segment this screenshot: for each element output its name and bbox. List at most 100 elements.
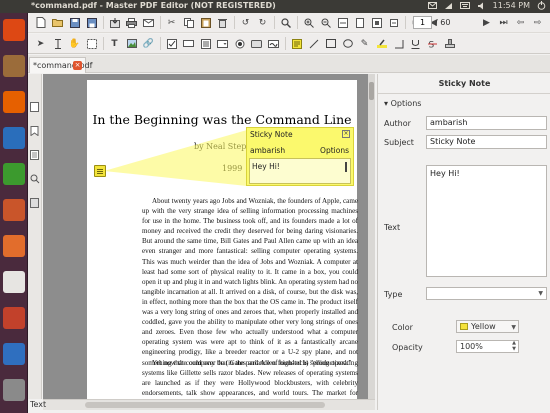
ellipse-tool-icon[interactable] <box>341 37 354 50</box>
add-text-icon[interactable]: T <box>108 37 121 50</box>
hand-tool-icon[interactable]: ✋ <box>68 37 81 50</box>
document-viewport[interactable]: In the Beginning was the Command Line by… <box>43 74 375 400</box>
signature-field-icon[interactable] <box>267 37 280 50</box>
bookmarks-panel-icon[interactable] <box>30 126 40 137</box>
author-field[interactable]: ambarish <box>426 116 547 130</box>
rectangle-tool-icon[interactable] <box>324 37 337 50</box>
trash-icon[interactable] <box>3 379 25 401</box>
delete-icon[interactable] <box>216 16 229 29</box>
system-settings-icon[interactable] <box>3 307 25 329</box>
mail-icon[interactable] <box>427 2 437 9</box>
type-select[interactable]: ▼ <box>426 287 547 300</box>
options-section-toggle[interactable]: ▾ Options <box>384 99 421 108</box>
paste-icon[interactable] <box>199 16 212 29</box>
underline-tool-icon[interactable] <box>409 37 422 50</box>
button-field-icon[interactable] <box>250 37 263 50</box>
close-icon[interactable]: × <box>342 130 350 138</box>
edit-object-icon[interactable] <box>85 37 98 50</box>
text-select-icon[interactable] <box>51 37 64 50</box>
subject-field[interactable]: Sticky Note <box>426 135 547 149</box>
pages-panel-icon[interactable] <box>30 102 40 112</box>
text-field-icon[interactable] <box>182 37 195 50</box>
text-label: Text <box>384 223 401 232</box>
app-window: ✂ ↺ ↻ ⏮ ◀ ▶ ⏭ ⇦ ⇨ 1 / 60 ➤ ✋ T 🔗 <box>28 13 550 413</box>
layers-panel-icon[interactable] <box>30 150 40 160</box>
clock-label[interactable]: 11:54 PM <box>493 1 530 10</box>
close-tab-icon[interactable]: × <box>73 61 82 70</box>
sticky-note-popup[interactable]: Sticky Note × ambarish Options Hey Hi! <box>246 127 354 186</box>
highlight-tool-icon[interactable] <box>375 37 388 50</box>
document-title: In the Beginning was the Command Line <box>92 112 352 127</box>
actual-size-icon[interactable] <box>370 16 383 29</box>
files-icon[interactable] <box>3 55 25 77</box>
save-icon[interactable] <box>68 16 81 29</box>
amazon-icon[interactable] <box>3 271 25 293</box>
spin-arrows-icon[interactable]: ▲ ▼ <box>512 340 516 352</box>
rotate-icon[interactable] <box>387 16 400 29</box>
combo-box-icon[interactable] <box>216 37 229 50</box>
sticky-note-annotation-icon[interactable] <box>94 165 106 177</box>
opacity-stepper[interactable]: 100% ▲ ▼ <box>456 340 519 353</box>
new-file-icon[interactable] <box>34 16 47 29</box>
software-center-icon[interactable] <box>3 235 25 257</box>
checkbox-field-icon[interactable] <box>165 37 178 50</box>
add-image-icon[interactable] <box>125 37 138 50</box>
print-icon[interactable] <box>125 16 138 29</box>
measure-tool-icon[interactable] <box>392 37 405 50</box>
fit-width-icon[interactable] <box>336 16 349 29</box>
attachments-panel-icon[interactable] <box>30 198 40 208</box>
open-folder-icon[interactable] <box>51 16 64 29</box>
subject-label: Subject <box>384 138 414 147</box>
libreoffice-writer-icon[interactable] <box>3 127 25 149</box>
note-text-area[interactable]: Hey Hi! <box>426 165 547 277</box>
firefox-icon[interactable] <box>3 91 25 113</box>
power-icon[interactable] <box>537 1 546 10</box>
opacity-label: Opacity <box>392 343 423 352</box>
tools-toolbar: ➤ ✋ T 🔗 ✎ S <box>28 34 550 54</box>
vertical-scroll-thumb[interactable] <box>369 82 374 100</box>
fit-page-icon[interactable] <box>353 16 366 29</box>
system-tray: 11:54 PM <box>427 1 546 10</box>
zoom-in-icon[interactable] <box>302 16 315 29</box>
pencil-tool-icon[interactable]: ✎ <box>358 37 371 50</box>
cut-icon[interactable]: ✂ <box>165 16 178 29</box>
copy-icon[interactable] <box>182 16 195 29</box>
color-picker-button[interactable]: Yellow ▼ <box>456 320 519 333</box>
next-page-icon[interactable]: ▶ <box>480 16 493 29</box>
radio-button-icon[interactable] <box>233 37 246 50</box>
master-pdf-editor-icon[interactable] <box>3 343 25 365</box>
libreoffice-impress-icon[interactable] <box>3 199 25 221</box>
redo-icon[interactable]: ↻ <box>256 16 269 29</box>
save-as-icon[interactable] <box>85 16 98 29</box>
vertical-scrollbar[interactable] <box>368 74 375 400</box>
sticky-note-icon[interactable] <box>290 37 303 50</box>
back-icon[interactable]: ⇦ <box>514 16 527 29</box>
export-icon[interactable] <box>108 16 121 29</box>
tab-command-pdf[interactable]: *command.pdf × <box>29 57 92 73</box>
line-tool-icon[interactable] <box>307 37 320 50</box>
last-page-icon[interactable]: ⏭ <box>497 16 510 29</box>
libreoffice-calc-icon[interactable] <box>3 163 25 185</box>
search-icon[interactable] <box>279 16 292 29</box>
search-panel-icon[interactable] <box>30 174 40 184</box>
zoom-out-icon[interactable] <box>319 16 332 29</box>
note-options-button[interactable]: Options <box>320 146 349 155</box>
keyboard-icon[interactable] <box>459 2 470 9</box>
list-box-icon[interactable] <box>199 37 212 50</box>
note-popup-text[interactable]: Hey Hi! <box>249 158 351 184</box>
side-panel-strip <box>28 74 42 399</box>
volume-icon[interactable] <box>477 2 486 10</box>
page-number-input[interactable]: 1 <box>413 16 432 29</box>
network-icon[interactable] <box>444 2 453 10</box>
forward-icon[interactable]: ⇨ <box>531 16 544 29</box>
dash-icon[interactable] <box>3 19 25 41</box>
strikeout-tool-icon[interactable]: S <box>426 37 439 50</box>
undo-icon[interactable]: ↺ <box>239 16 252 29</box>
email-icon[interactable] <box>142 16 155 29</box>
status-text: Text <box>30 400 47 409</box>
chevron-down-icon: ▼ <box>538 290 543 297</box>
launcher <box>0 13 28 413</box>
link-icon[interactable]: 🔗 <box>142 37 155 50</box>
select-tool-icon[interactable]: ➤ <box>34 37 47 50</box>
stamp-tool-icon[interactable] <box>443 37 456 50</box>
